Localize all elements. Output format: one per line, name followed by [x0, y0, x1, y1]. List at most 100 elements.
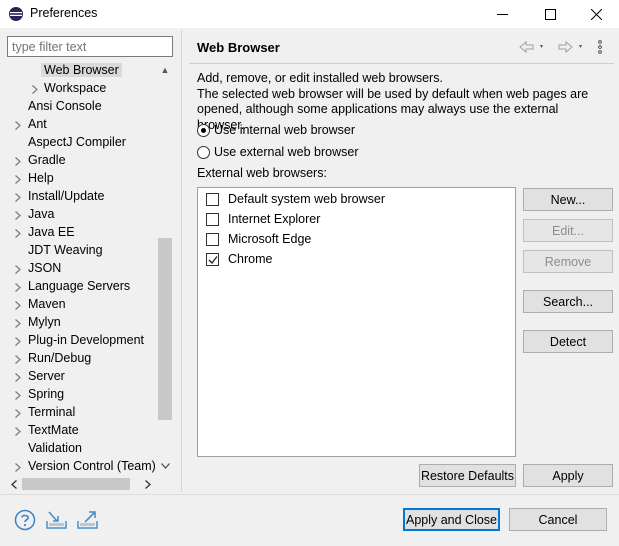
- detect-button[interactable]: Detect: [523, 330, 613, 353]
- apply-and-close-button[interactable]: Apply and Close: [403, 508, 500, 531]
- tree-item[interactable]: Server: [0, 368, 157, 386]
- export-icon: [77, 511, 98, 529]
- tree-item[interactable]: Ant: [0, 116, 157, 134]
- internal-browser-radio[interactable]: Use internal web browser: [197, 121, 355, 139]
- tree-item[interactable]: Gradle: [0, 152, 157, 170]
- tree-item[interactable]: Help: [0, 170, 157, 188]
- tree-item[interactable]: Spring: [0, 386, 157, 404]
- scroll-up-icon[interactable]: ▲: [157, 62, 173, 78]
- chevron-right-icon[interactable]: [13, 188, 23, 206]
- tree-item[interactable]: Install/Update: [0, 188, 157, 206]
- chevron-right-icon[interactable]: [13, 170, 23, 188]
- scroll-right-icon[interactable]: [140, 476, 156, 492]
- restore-defaults-button[interactable]: Restore Defaults: [419, 464, 516, 487]
- browser-list-item[interactable]: Microsoft Edge: [206, 230, 311, 248]
- chevron-right-icon[interactable]: [13, 386, 23, 404]
- radio-indicator[interactable]: [197, 145, 210, 159]
- checkbox[interactable]: [206, 192, 219, 206]
- tree-item-label: Language Servers: [28, 279, 131, 293]
- search-button[interactable]: Search...: [523, 290, 613, 313]
- checkbox[interactable]: [206, 232, 219, 246]
- chevron-right-icon[interactable]: [13, 224, 23, 242]
- chevron-right-icon[interactable]: [13, 458, 23, 476]
- close-button[interactable]: [573, 0, 619, 28]
- edit-button[interactable]: Edit...: [523, 219, 613, 242]
- scrollbar-thumb[interactable]: [158, 238, 172, 420]
- tree-item[interactable]: Mylyn: [0, 314, 157, 332]
- help-button[interactable]: [14, 509, 36, 531]
- tree-item[interactable]: Version Control (Team): [0, 458, 157, 476]
- help-icon: [14, 509, 36, 531]
- forward-nav-button[interactable]: [557, 38, 583, 56]
- tree-item[interactable]: JDT Weaving: [0, 242, 157, 260]
- cancel-button[interactable]: Cancel: [509, 508, 607, 531]
- chevron-right-icon[interactable]: [13, 314, 23, 332]
- chevron-right-icon[interactable]: [13, 296, 23, 314]
- tree-horizontal-scrollbar[interactable]: [0, 476, 173, 492]
- tree-item-label: Help: [28, 171, 54, 185]
- title-bar: Preferences: [0, 0, 619, 28]
- tree-item[interactable]: Web Browser: [0, 62, 157, 80]
- browser-list-item[interactable]: Default system web browser: [206, 190, 385, 208]
- chevron-right-icon[interactable]: [13, 152, 23, 170]
- tree-vertical-scrollbar[interactable]: ▲: [157, 60, 173, 476]
- tree-item[interactable]: TextMate: [0, 422, 157, 440]
- tree-item-label: Java: [28, 207, 55, 221]
- external-browser-radio[interactable]: Use external web browser: [197, 143, 359, 161]
- chevron-right-icon[interactable]: [13, 368, 23, 386]
- apply-button[interactable]: Apply: [523, 464, 613, 487]
- footer-separator: [0, 494, 619, 495]
- panel-divider[interactable]: [181, 30, 182, 492]
- chevron-right-icon[interactable]: [13, 116, 23, 134]
- tree-item-label: Java EE: [28, 225, 75, 239]
- scrollbar-thumb[interactable]: [22, 478, 130, 490]
- new-button[interactable]: New...: [523, 188, 613, 211]
- chevron-right-icon[interactable]: [13, 206, 23, 224]
- tree-item[interactable]: Java EE: [0, 224, 157, 242]
- chevron-right-icon[interactable]: [30, 80, 40, 98]
- back-nav-button[interactable]: [518, 38, 544, 56]
- maximize-button[interactable]: [527, 0, 573, 28]
- tree-item[interactable]: JSON: [0, 260, 157, 278]
- tree-item-label: JDT Weaving: [28, 243, 103, 257]
- import-button[interactable]: [45, 509, 67, 531]
- remove-button[interactable]: Remove: [523, 250, 613, 273]
- tree-item-label: Gradle: [28, 153, 66, 167]
- tree-item[interactable]: Terminal: [0, 404, 157, 422]
- browser-list[interactable]: Default system web browser Internet Explo…: [197, 187, 516, 457]
- chevron-right-icon[interactable]: [13, 260, 23, 278]
- tree-item[interactable]: Workspace: [0, 80, 157, 98]
- tree-item[interactable]: Language Servers: [0, 278, 157, 296]
- external-browser-radio-label: Use external web browser: [214, 145, 359, 159]
- checkbox[interactable]: [206, 252, 219, 266]
- tree-item[interactable]: Plug-in Development: [0, 332, 157, 350]
- checkmark-icon: [208, 255, 218, 264]
- tree-item-label: Spring: [28, 387, 65, 401]
- tree-item[interactable]: Validation: [0, 440, 157, 458]
- tree-item-label: Web Browser: [41, 63, 122, 77]
- scroll-down-icon[interactable]: [157, 458, 173, 474]
- chevron-right-icon[interactable]: [13, 278, 23, 296]
- export-button[interactable]: [76, 509, 98, 531]
- tree-item[interactable]: Ansi Console: [0, 98, 157, 116]
- radio-indicator[interactable]: [197, 123, 210, 137]
- chevron-right-icon[interactable]: [13, 332, 23, 350]
- browser-list-item[interactable]: Chrome: [206, 250, 272, 268]
- tree-item[interactable]: Java: [0, 206, 157, 224]
- tree-item-label: Terminal: [28, 405, 76, 419]
- minimize-button[interactable]: [479, 0, 525, 28]
- tree-item[interactable]: AspectJ Compiler: [0, 134, 157, 152]
- tree-item[interactable]: Run/Debug: [0, 350, 157, 368]
- tree-item-label: Run/Debug: [28, 351, 92, 365]
- scroll-left-icon[interactable]: [6, 476, 22, 492]
- chevron-right-icon[interactable]: [13, 350, 23, 368]
- view-menu-button[interactable]: [597, 38, 603, 56]
- chevron-right-icon[interactable]: [13, 404, 23, 422]
- browser-list-item[interactable]: Internet Explorer: [206, 210, 320, 228]
- chevron-right-icon[interactable]: [13, 422, 23, 440]
- checkbox[interactable]: [206, 212, 219, 226]
- filter-input[interactable]: [7, 36, 173, 57]
- tree-item-label: Ansi Console: [28, 99, 102, 113]
- description-line-1: Add, remove, or edit installed web brows…: [197, 71, 443, 85]
- tree-item[interactable]: Maven: [0, 296, 157, 314]
